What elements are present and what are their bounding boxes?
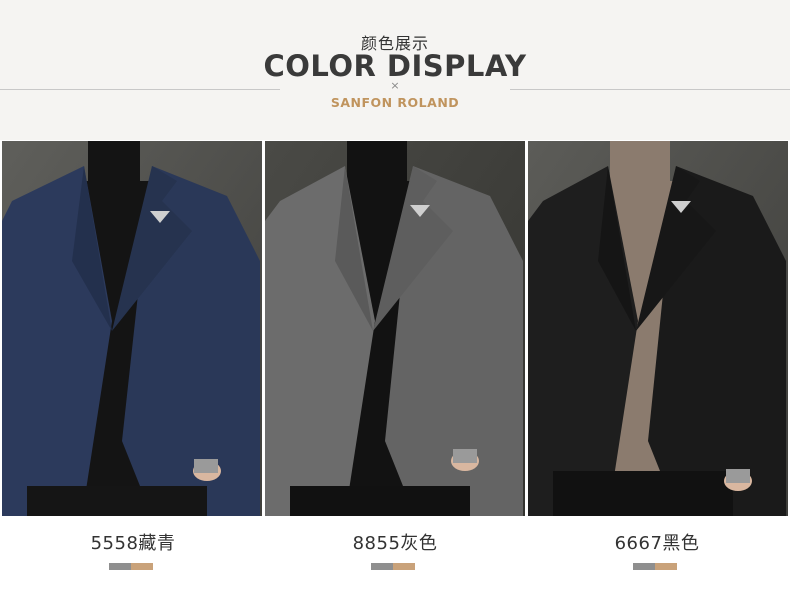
product-label-black: 6667黑色 <box>614 533 700 554</box>
color-swatch <box>371 563 415 570</box>
header-banner: 颜色展示 COLOR DISPLAY × SANFON ROLAND <box>0 0 790 140</box>
product-label-gray: 8855灰色 <box>352 533 438 554</box>
color-swatch <box>109 563 153 570</box>
product-photo-navy[interactable] <box>2 141 262 516</box>
color-swatch <box>633 563 677 570</box>
brand-name: SANFON ROLAND <box>330 95 460 110</box>
separator-mark: × <box>390 79 400 92</box>
section-title-en: COLOR DISPLAY <box>263 49 527 83</box>
product-photo-gray[interactable] <box>265 141 525 516</box>
product-photo-black[interactable] <box>528 141 788 516</box>
product-label-navy: 5558藏青 <box>90 533 176 554</box>
